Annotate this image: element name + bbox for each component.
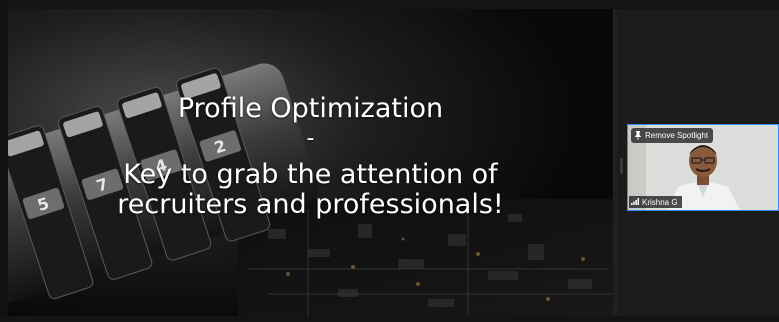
remove-spotlight-button[interactable]: Remove Spotlight [631,128,714,143]
slide-title-line3: recruiters and professionals! [117,189,504,220]
signal-bars-icon [631,197,639,207]
shared-screen[interactable]: 5 7 4 2 Profile Optimization - Key to gr… [8,9,613,316]
participant-name: Krishna G [642,197,678,207]
panel-resize-handle[interactable] [620,158,623,174]
slide-title-line2: Key to grab the attention of [123,159,498,190]
participant-name-tag: Krishna G [629,196,682,208]
slide-title-line1: Profile Optimization [177,93,444,124]
participant-video-tile[interactable]: Remove Spotlight Krishna G [627,124,779,211]
meeting-window: 5 7 4 2 Profile Optimization - Key to gr… [0,0,779,322]
remove-spotlight-label: Remove Spotlight [645,131,709,140]
slide-title-dash: - [306,126,315,151]
pin-icon [634,131,642,140]
top-bar [0,0,779,9]
left-gutter [0,0,8,322]
bottom-bar [0,316,779,322]
